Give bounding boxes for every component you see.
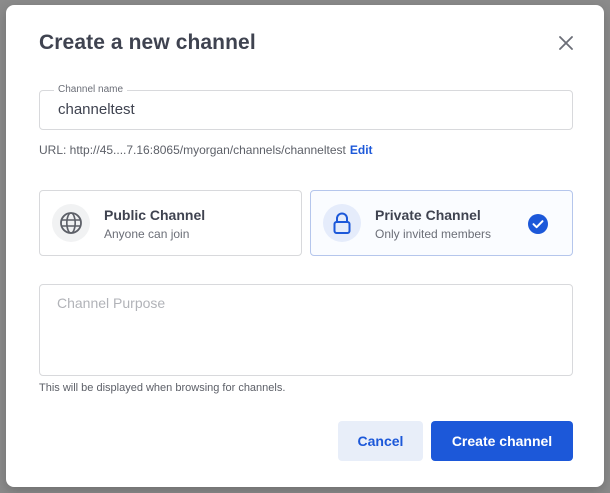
- public-channel-option[interactable]: Public Channel Anyone can join: [39, 190, 302, 256]
- private-channel-option[interactable]: Private Channel Only invited members: [310, 190, 573, 256]
- modal-title: Create a new channel: [39, 31, 256, 54]
- close-button[interactable]: [555, 32, 577, 54]
- public-channel-title: Public Channel: [104, 207, 206, 223]
- private-channel-title: Private Channel: [375, 207, 481, 223]
- channel-name-label: Channel name: [54, 84, 128, 95]
- create-channel-modal: Create a new channel Channel name channe…: [6, 5, 604, 487]
- create-channel-button[interactable]: Create channel: [431, 421, 573, 461]
- url-edit-link[interactable]: Edit: [350, 143, 373, 157]
- channel-name-input[interactable]: channeltest: [58, 101, 135, 118]
- private-channel-icon-wrap: [323, 204, 361, 242]
- channel-url-text: URL: http://45....7.16:8065/myorgan/chan…: [39, 143, 346, 157]
- close-icon: [559, 36, 573, 50]
- cancel-button[interactable]: Cancel: [338, 421, 423, 461]
- public-channel-subtitle: Anyone can join: [104, 227, 190, 241]
- channel-purpose-input[interactable]: [39, 284, 573, 376]
- public-channel-icon-wrap: [52, 204, 90, 242]
- private-channel-subtitle: Only invited members: [375, 227, 492, 241]
- globe-icon: [60, 212, 82, 234]
- channel-name-field[interactable]: Channel name channeltest: [39, 84, 573, 130]
- check-circle-icon: [528, 214, 548, 234]
- channel-url: URL: http://45....7.16:8065/myorgan/chan…: [39, 143, 373, 157]
- purpose-help-text: This will be displayed when browsing for…: [39, 382, 286, 394]
- lock-icon: [333, 212, 351, 234]
